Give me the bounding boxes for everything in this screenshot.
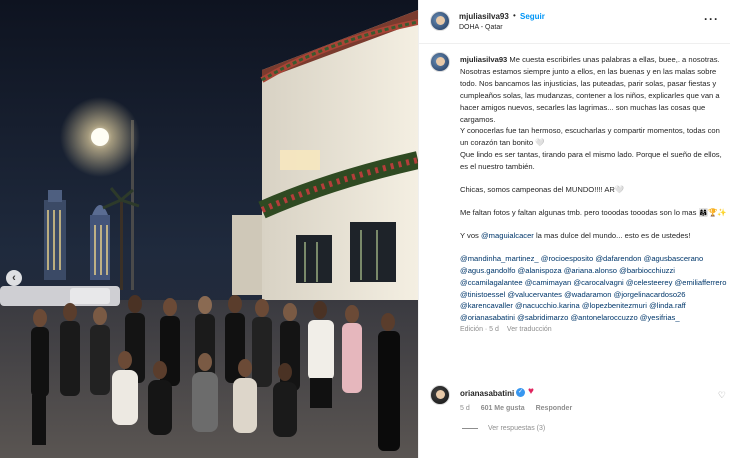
caption-paragraph-2: Y conocerlas fue tan hermoso, escucharla… (460, 126, 720, 148)
mention-link[interactable]: @lopezbenitezmuri (582, 301, 647, 310)
view-replies-label: Ver respuestas (3) (488, 425, 546, 432)
caption-meta: Edición · 5 d Ver traducción (460, 324, 728, 336)
mention-link[interactable]: @antonelaroccuzzo (570, 313, 637, 322)
separator-dot: • (513, 11, 516, 20)
mention-link[interactable]: @agus.gandolfo (460, 266, 515, 275)
reply-button[interactable]: Responder (536, 405, 573, 412)
mention-link[interactable]: @nacucchio.karina (515, 301, 580, 310)
mention-link[interactable]: @emiliafferrero (675, 278, 727, 287)
caption-time: Edición · 5 d (460, 326, 499, 334)
mention-list: @mandinha_martinez_ @rocioesposito @dafa… (460, 253, 728, 324)
caption-paragraph-1: Me cuesta escribirles unas palabras a el… (460, 55, 720, 124)
mention-link[interactable]: @karencavaller (460, 301, 513, 310)
mention-link[interactable]: @valucervantes (507, 290, 562, 299)
caption-paragraph-4: Chicas, somos campeonas del MUNDO!!!! AR… (460, 185, 625, 195)
like-comment-icon[interactable]: ♡ (718, 390, 726, 401)
mention-link[interactable]: @maguialcacer (481, 231, 534, 240)
mention-link[interactable]: @wadaramon (564, 290, 611, 299)
red-heart-icon: ♥ (528, 386, 534, 397)
mention-link[interactable]: @rocioesposito (541, 254, 593, 263)
replies-divider (462, 428, 478, 429)
mention-link[interactable]: @barbiocchiuzzi (619, 266, 675, 275)
mention-link[interactable]: @linda.raff (649, 301, 686, 310)
mention-link[interactable]: @celesteerey (626, 278, 673, 287)
caption-paragraph-3: Que lindo es ser tantas, tirando para el… (460, 150, 722, 172)
mention-link[interactable]: @alanispoza (518, 266, 562, 275)
caption-paragraph-6b: la mas dulce del mundo... esto es de ust… (533, 230, 691, 240)
verified-badge-icon: ✓ (516, 388, 525, 397)
post-photo[interactable]: ‹ (0, 0, 418, 458)
caption-paragraph-5: Me faltan fotos y faltan algunas tmb. pe… (460, 207, 727, 217)
mention-link[interactable]: @carocalvagni (573, 278, 623, 287)
post-header: mjuliasilva93 • Seguir DOHA - Qatar ··· (419, 0, 730, 44)
comment-username[interactable]: orianasabatini (460, 389, 514, 398)
more-options-icon[interactable]: ··· (704, 12, 719, 26)
mention-link[interactable]: @agusbascerano (644, 254, 704, 263)
mention-link[interactable]: @camimayan (525, 278, 572, 287)
mention-link[interactable]: @yesifrias_ (640, 313, 680, 322)
caption-paragraph-6a: Y vos (460, 230, 481, 240)
post-side-panel: mjuliasilva93 • Seguir DOHA - Qatar ··· … (418, 0, 730, 458)
group-photo-image (0, 0, 418, 458)
caption-username[interactable]: mjuliasilva93 (460, 55, 507, 64)
follow-button[interactable]: Seguir (520, 12, 545, 21)
translate-link[interactable]: Ver traducción (507, 326, 552, 333)
mention-link[interactable]: @mandinha_martinez_ (460, 254, 539, 263)
mention-link[interactable]: @ariana.alonso (564, 266, 617, 275)
caption-text: mjuliasilva93 Me cuesta escribirles unas… (460, 54, 728, 336)
previous-photo-button[interactable]: ‹ (6, 270, 22, 286)
comment-time: 5 d (460, 405, 470, 412)
header-username[interactable]: mjuliasilva93 (459, 12, 509, 21)
caption-avatar[interactable] (430, 52, 450, 72)
avatar[interactable] (430, 11, 450, 31)
mention-link[interactable]: @orianasabatini (460, 313, 515, 322)
mention-link[interactable]: @ccamilagalantee (460, 278, 523, 287)
comment-meta: 5 d 601 Me gusta Responder (460, 405, 581, 412)
mention-link[interactable]: @jorgelinacardoso26 (614, 290, 686, 299)
view-replies-button[interactable]: Ver respuestas (3) (462, 425, 545, 432)
mention-link[interactable]: @sabridimarzo (517, 313, 568, 322)
mention-link[interactable]: @dafarendon (595, 254, 641, 263)
location-link[interactable]: DOHA - Qatar (459, 24, 503, 31)
comment-likes[interactable]: 601 Me gusta (481, 405, 525, 412)
mention-link[interactable]: @tinistoessel (460, 290, 505, 299)
comment-avatar[interactable] (430, 385, 450, 405)
